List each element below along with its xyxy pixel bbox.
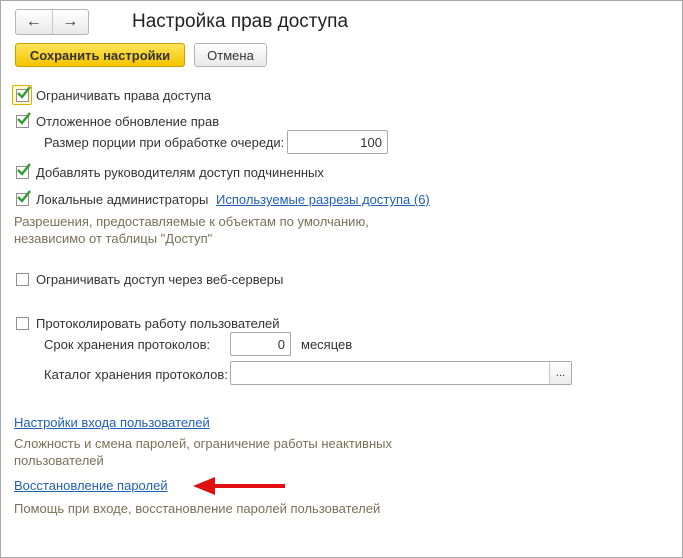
red-arrow-icon bbox=[193, 477, 285, 495]
queue-portion-input[interactable]: 100 bbox=[287, 130, 388, 154]
deferred-update-label: Отложенное обновление прав bbox=[36, 114, 220, 129]
save-button[interactable]: Сохранить настройки bbox=[15, 43, 185, 67]
local-admins-label: Локальные администраторы bbox=[36, 192, 209, 207]
queue-portion-label: Размер порции при обработке очереди: bbox=[44, 135, 285, 150]
back-button[interactable]: ← bbox=[16, 10, 52, 34]
password-recovery-link[interactable]: Восстановление паролей bbox=[14, 478, 168, 493]
forward-button[interactable]: → bbox=[51, 10, 89, 34]
web-servers-checkbox[interactable] bbox=[16, 273, 29, 286]
navigation-buttons: ← → bbox=[15, 9, 89, 35]
password-recovery-hint: Помощь при входе, восстановление паролей… bbox=[14, 501, 381, 516]
deferred-update-checkbox[interactable] bbox=[16, 112, 31, 128]
log-catalog-label: Каталог хранения протоколов: bbox=[44, 367, 228, 382]
form-window: ← → Настройка прав доступа Сохранить нас… bbox=[0, 0, 683, 558]
managers-access-label: Добавлять руководителям доступ подчиненн… bbox=[36, 165, 324, 180]
local-admins-hint-line1: Разрешения, предоставляемые к объектам п… bbox=[14, 214, 369, 229]
arrow-right-icon: → bbox=[62, 13, 79, 30]
log-users-checkbox[interactable] bbox=[16, 317, 29, 330]
log-retention-input[interactable]: 0 bbox=[230, 332, 291, 356]
log-retention-unit: месяцев bbox=[301, 337, 353, 352]
local-admins-hint-line2: независимо от таблицы "Доступ" bbox=[14, 231, 213, 246]
login-settings-link[interactable]: Настройки входа пользователей bbox=[14, 415, 210, 430]
login-settings-hint-line2: пользователей bbox=[14, 453, 104, 468]
arrow-left-icon: ← bbox=[25, 13, 42, 30]
log-retention-label: Срок хранения протоколов: bbox=[44, 337, 211, 352]
login-settings-hint-line1: Сложность и смена паролей, ограничение р… bbox=[14, 436, 392, 451]
page-title: Настройка прав доступа bbox=[132, 11, 349, 32]
local-admins-checkbox[interactable] bbox=[16, 190, 31, 206]
browse-button[interactable]: ... bbox=[549, 362, 571, 384]
managers-access-checkbox[interactable] bbox=[16, 163, 31, 179]
access-sections-link[interactable]: Используемые разрезы доступа (6) bbox=[216, 192, 430, 207]
checkmark-icon bbox=[17, 163, 31, 176]
cancel-button[interactable]: Отмена bbox=[194, 43, 267, 67]
checkmark-icon bbox=[17, 190, 31, 203]
log-catalog-input[interactable]: ... bbox=[230, 361, 572, 385]
restrict-rights-checkbox[interactable] bbox=[16, 86, 31, 102]
checkmark-icon bbox=[17, 112, 31, 125]
restrict-rights-label: Ограничивать права доступа bbox=[36, 88, 212, 103]
checkmark-icon bbox=[17, 86, 31, 99]
web-servers-label: Ограничивать доступ через веб-серверы bbox=[36, 272, 284, 287]
log-users-label: Протоколировать работу пользователей bbox=[36, 316, 280, 331]
